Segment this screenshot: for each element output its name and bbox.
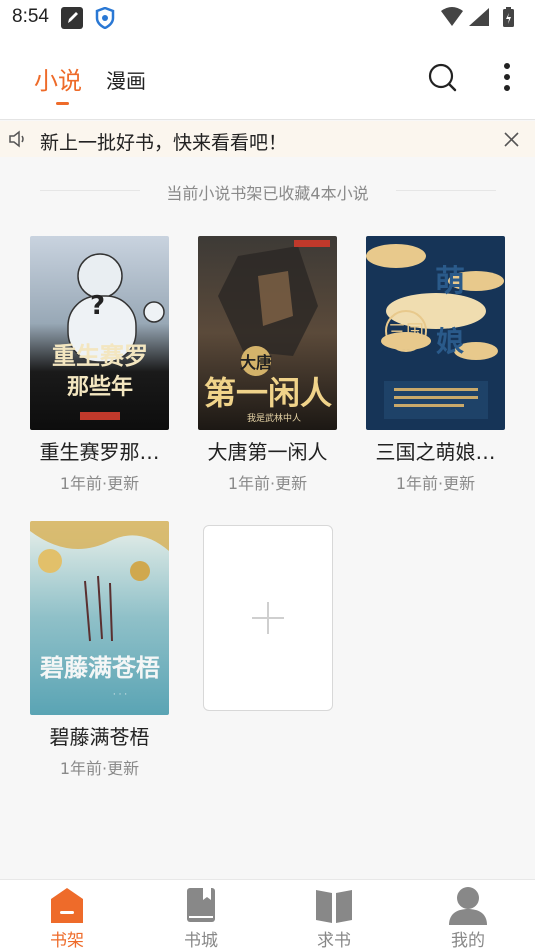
book-update-time: 1年前·更新 [59, 759, 140, 778]
battery-icon [503, 7, 514, 27]
status-bar: 8:54 [0, 0, 535, 36]
nav-label: 书城 [184, 931, 218, 951]
tab-comic[interactable]: 漫画 [106, 65, 146, 94]
nav-request-book[interactable]: 求书 [267, 880, 401, 951]
book-update-time: 1年前·更新 [227, 474, 308, 493]
svg-text:大唐: 大唐 [240, 353, 272, 372]
tab-indicator [56, 102, 69, 105]
notice-bar[interactable]: 新上一批好书，快来看看吧！ [0, 121, 535, 157]
speaker-icon [8, 130, 28, 148]
edit-notification-icon [61, 7, 83, 29]
svg-text:我是武林中人: 我是武林中人 [247, 412, 301, 424]
book-cover[interactable]: 萌 娘 三国 [366, 236, 505, 430]
bookstore-icon [181, 885, 221, 925]
tab-novel[interactable]: 小说 [34, 61, 82, 96]
book-cover[interactable]: 碧藤满苍梧 · · · [30, 521, 169, 715]
svg-text:三国: 三国 [388, 322, 424, 343]
svg-text:娘: 娘 [436, 325, 464, 358]
book-cover[interactable]: ? 重生赛罗 那些年 [30, 236, 169, 430]
svg-text:萌: 萌 [435, 264, 465, 299]
profile-icon [448, 885, 488, 925]
book-update-time: 1年前·更新 [395, 474, 476, 493]
close-icon[interactable] [503, 131, 520, 148]
nav-label: 求书 [317, 931, 351, 951]
book-cover[interactable]: 大唐 第一闲人 我是武林中人 [198, 236, 337, 430]
signal-icon [469, 8, 489, 26]
system-status-icons [439, 6, 519, 30]
svg-text:重生赛罗: 重生赛罗 [52, 342, 148, 370]
more-options-icon[interactable] [497, 61, 517, 93]
svg-text:碧藤满苍梧: 碧藤满苍梧 [39, 654, 160, 682]
svg-text:第一闲人: 第一闲人 [204, 374, 332, 412]
plus-icon [250, 600, 286, 636]
notice-text: 新上一批好书，快来看看吧！ [40, 132, 288, 154]
search-icon[interactable] [427, 62, 457, 92]
nav-bookshelf[interactable]: 书架 [0, 880, 134, 951]
bookshelf-icon [47, 885, 87, 925]
app-header: 小说 漫画 [0, 36, 535, 120]
book-update-time: 1年前·更新 [59, 474, 140, 493]
svg-text:?: ? [90, 291, 105, 321]
shelf-summary: 当前小说书架已收藏4本小说 [166, 184, 369, 203]
svg-text:· · ·: · · · [113, 690, 127, 700]
nav-label: 书架 [50, 931, 84, 951]
bottom-nav: 书架 书城 求书 我的 [0, 879, 535, 951]
book-title: 重生赛罗那… [39, 440, 160, 464]
nav-profile[interactable]: 我的 [401, 880, 535, 951]
status-time: 8:54 [12, 6, 49, 27]
request-book-icon [314, 885, 354, 925]
wifi-icon [441, 7, 463, 26]
book-title: 大唐第一闲人 [207, 440, 328, 464]
shield-icon [95, 6, 115, 30]
book-title: 碧藤满苍梧 [49, 725, 150, 749]
svg-text:那些年: 那些年 [67, 374, 133, 400]
nav-label: 我的 [451, 931, 485, 951]
add-book-button[interactable] [203, 525, 333, 711]
book-title: 三国之萌娘… [375, 440, 496, 464]
nav-bookstore[interactable]: 书城 [134, 880, 268, 951]
